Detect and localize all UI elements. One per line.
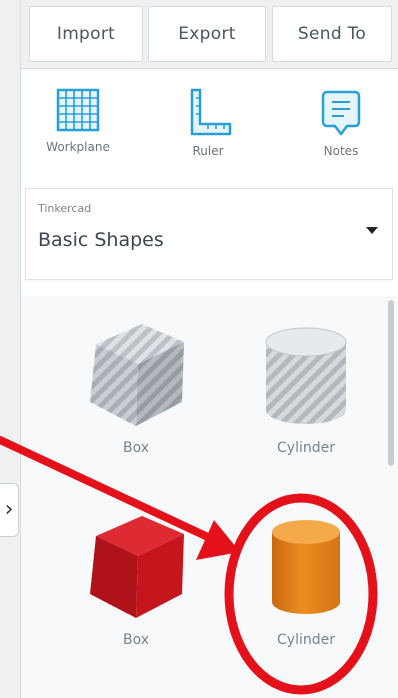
shape-cylinder-solid[interactable]: Cylinder <box>231 506 381 676</box>
notes-label: Notes <box>323 144 359 158</box>
ruler-label: Ruler <box>192 144 224 158</box>
library-provider: Tinkercad <box>38 202 92 215</box>
export-button[interactable]: Export <box>148 6 266 62</box>
box-hole-icon <box>90 324 184 426</box>
shape-label: Box <box>122 632 150 648</box>
collapse-panel-handle[interactable]: › <box>0 483 19 537</box>
shape-library-dropdown[interactable]: Tinkercad Basic Shapes <box>25 188 393 280</box>
shape-label: Box <box>122 440 150 456</box>
shapes-panel: Import Export Send To Workplane Ruler No… <box>21 0 398 698</box>
notes-tool[interactable]: Notes <box>286 88 396 170</box>
workplane-label: Workplane <box>46 140 110 154</box>
shape-label: Cylinder <box>277 632 335 648</box>
box-solid-icon <box>90 516 184 618</box>
chevron-right-icon: › <box>4 497 14 522</box>
shape-box-hole[interactable]: Box <box>61 314 211 484</box>
cylinder-solid-icon <box>272 520 340 614</box>
library-selected: Basic Shapes <box>38 229 164 251</box>
workplane-tool[interactable]: Workplane <box>23 88 133 170</box>
shape-box-solid[interactable]: Box <box>61 506 211 676</box>
shape-label: Cylinder <box>277 440 335 456</box>
shape-cylinder-hole[interactable]: Cylinder <box>231 314 381 484</box>
workplane-icon <box>56 88 100 132</box>
notes-icon <box>321 90 361 136</box>
cylinder-hole-icon <box>265 327 347 424</box>
import-button[interactable]: Import <box>29 6 143 62</box>
shapes-scrollbar[interactable] <box>388 300 394 466</box>
caret-down-icon <box>366 227 378 234</box>
left-strip <box>0 0 21 698</box>
top-actions-bar: Import Export Send To <box>21 0 398 69</box>
send-to-button[interactable]: Send To <box>272 6 392 62</box>
ruler-tool[interactable]: Ruler <box>153 88 263 170</box>
ruler-icon <box>190 88 232 136</box>
shapes-grid: Box Cylinder Box Cylinder <box>21 296 398 698</box>
